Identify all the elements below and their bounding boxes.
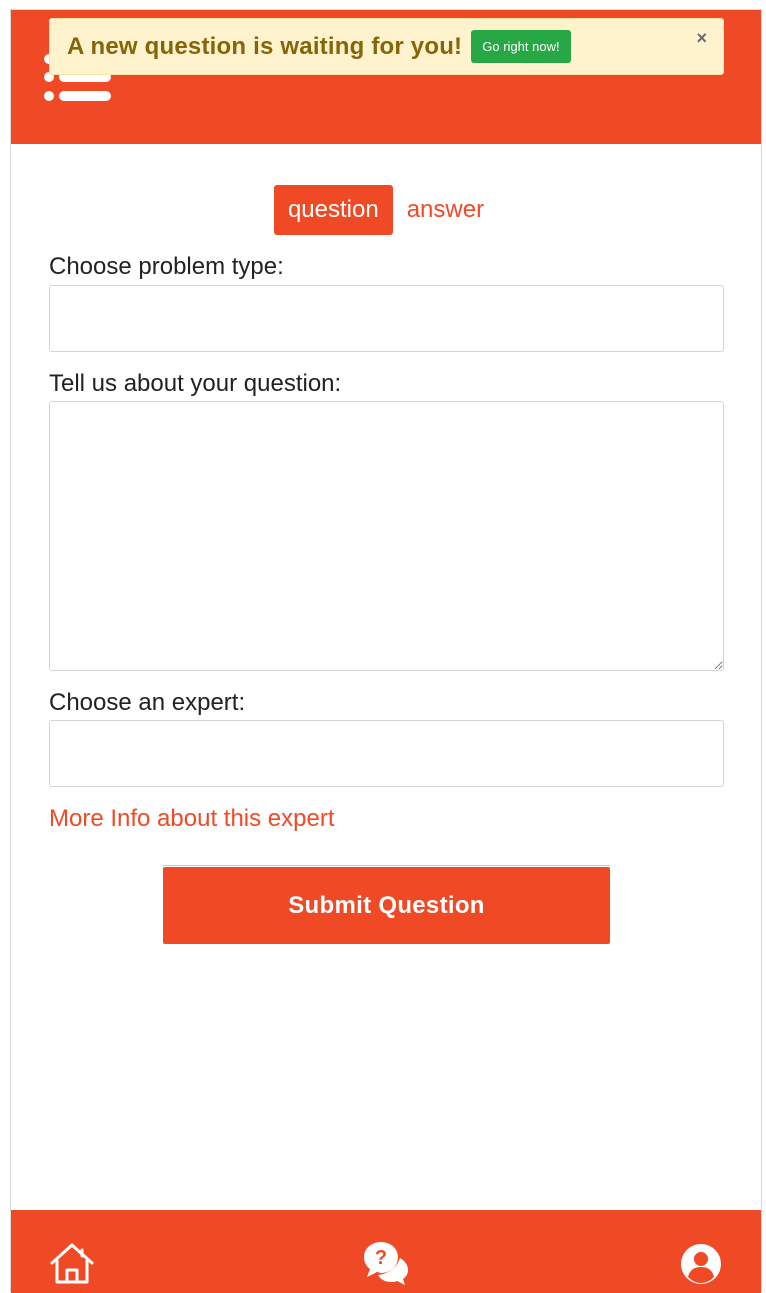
go-now-button[interactable]: Go right now! — [471, 30, 571, 63]
questions-chat-icon[interactable]: ? — [363, 1240, 409, 1286]
more-info-link[interactable]: More Info about this expert — [49, 805, 335, 833]
tab-question[interactable]: question — [273, 185, 393, 235]
notification-message: A new question is waiting for you! — [67, 32, 463, 60]
app-header: A new question is waiting for you! Go ri… — [11, 10, 761, 144]
home-icon[interactable] — [49, 1242, 95, 1284]
notification-banner: A new question is waiting for you! Go ri… — [49, 18, 724, 75]
bottom-nav: ? — [11, 1210, 761, 1293]
tab-answer[interactable]: answer — [407, 185, 498, 235]
problem-type-input[interactable] — [49, 285, 724, 352]
expert-input[interactable] — [49, 720, 724, 787]
user-profile-icon[interactable] — [680, 1243, 722, 1285]
svg-text:?: ? — [375, 1247, 387, 1269]
expert-label: Choose an expert: — [49, 689, 246, 716]
problem-type-label: Choose problem type: — [49, 253, 284, 280]
submit-question-button[interactable]: Submit Question — [163, 867, 610, 944]
submit-area: Submit Question — [163, 865, 610, 944]
mode-tabs: question answer — [11, 185, 761, 235]
question-textarea[interactable] — [49, 401, 724, 671]
question-label: Tell us about your question: — [49, 370, 342, 397]
close-icon[interactable]: × — [696, 28, 707, 48]
app-frame: A new question is waiting for you! Go ri… — [10, 9, 762, 1293]
